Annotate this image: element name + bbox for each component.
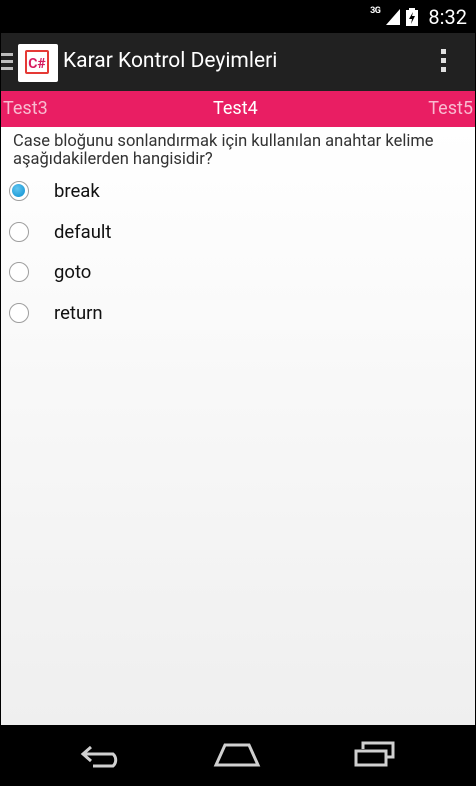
- back-icon[interactable]: [79, 739, 123, 769]
- clock: 8:32: [428, 5, 467, 29]
- radio-button[interactable]: [9, 221, 29, 242]
- drawer-menu-icon[interactable]: [1, 53, 13, 71]
- overflow-menu-icon[interactable]: [441, 49, 447, 76]
- tab-previous[interactable]: Test3: [3, 98, 48, 119]
- app-title: Karar Kontrol Deyimleri: [63, 49, 278, 73]
- radio-button-selected[interactable]: [9, 181, 29, 201]
- status-icons: 3G 8:32: [370, 1, 467, 33]
- option-break[interactable]: break: [9, 177, 309, 218]
- option-goto[interactable]: goto: [9, 258, 309, 299]
- device-frame: 3G 8:32 C# Karar Kontrol Deyimleri Test3…: [1, 1, 475, 785]
- option-label: default: [54, 220, 112, 243]
- radio-button[interactable]: [9, 302, 29, 323]
- option-return[interactable]: return: [9, 299, 309, 340]
- tab-current[interactable]: Test4: [213, 98, 258, 119]
- network-type-label: 3G: [370, 6, 381, 16]
- option-label: return: [54, 301, 103, 324]
- option-default[interactable]: default: [9, 218, 309, 259]
- app-logo-text: C#: [25, 50, 49, 74]
- tab-next[interactable]: Test5: [428, 98, 473, 119]
- home-icon[interactable]: [213, 741, 261, 767]
- app-logo-icon[interactable]: C#: [18, 44, 58, 82]
- status-bar: 3G 8:32: [1, 1, 475, 33]
- action-bar: C# Karar Kontrol Deyimleri: [1, 33, 475, 91]
- option-label: goto: [54, 261, 92, 283]
- recent-apps-icon[interactable]: [353, 739, 397, 769]
- radio-button[interactable]: [9, 262, 29, 282]
- battery-icon: [406, 8, 419, 26]
- signal-icon: [386, 9, 401, 25]
- test-tabs: Test3 Test4 Test5: [1, 91, 475, 127]
- answer-options: break default goto return: [9, 177, 309, 339]
- option-label: break: [54, 180, 100, 202]
- navigation-bar: [1, 725, 475, 785]
- question-text: Case bloğunu sonlandırmak için kullanıla…: [13, 132, 434, 169]
- question-content: Case bloğunu sonlandırmak için kullanıla…: [1, 127, 475, 725]
